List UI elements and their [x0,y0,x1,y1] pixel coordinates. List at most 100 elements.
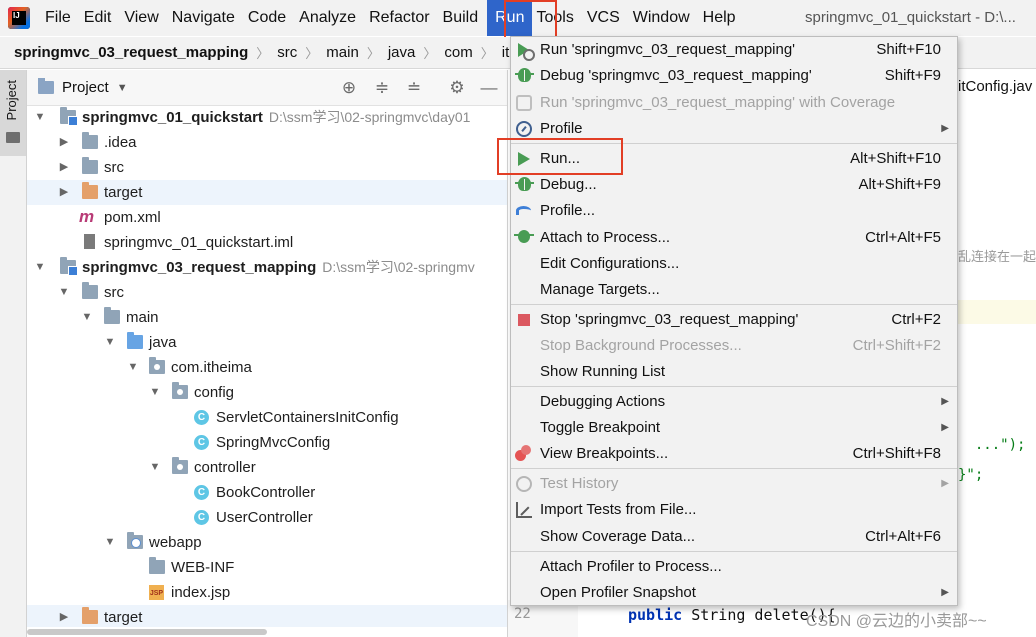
menu-item-debugging-actions[interactable]: Debugging Actions ▶ [511,389,957,415]
run-dropdown-menu: Run 'springmvc_03_request_mapping' Shift… [510,36,958,606]
editor-tab[interactable]: itConfig.jav [958,78,1032,95]
tree-item-class[interactable]: C UserController [27,505,507,530]
import-icon [516,502,532,518]
module-folder-icon [60,107,78,126]
chevron-down-icon[interactable]: ▼ [148,455,162,480]
breadcrumb-separator-icon: 〉 [256,46,270,61]
tree-item-class[interactable]: C ServletContainersInitConfig [27,405,507,430]
menu-item-edit-configurations[interactable]: Edit Configurations... [511,251,957,277]
project-view-selector[interactable]: Project [62,79,109,96]
menu-item-import-tests[interactable]: Import Tests from File... [511,497,957,523]
minimize-icon[interactable]: — [479,78,499,98]
breadcrumb-item[interactable]: com [444,44,472,61]
menu-code[interactable]: Code [244,0,295,36]
tree-item-folder[interactable]: ▶ target [27,180,507,205]
tree-item-folder[interactable]: ▼ java [27,330,507,355]
package-icon [149,357,165,374]
chevron-down-icon[interactable]: ▼ [103,530,117,555]
tree-item-folder[interactable]: ▼ main [27,305,507,330]
tree-item-label: controller [194,459,256,476]
chevron-down-icon[interactable]: ▼ [148,380,162,405]
tree-item-label: springmvc_03_request_mapping [82,259,317,276]
menu-item-stop[interactable]: Stop 'springmvc_03_request_mapping' Ctrl… [511,307,957,333]
tree-item-class[interactable]: C BookController [27,480,507,505]
menu-navigate[interactable]: Navigate [168,0,244,36]
menu-item-label: Show Running List [540,363,666,380]
intellij-logo-icon: IJ [8,7,30,29]
breadcrumb-item[interactable]: main [326,44,359,61]
chevron-right-icon[interactable]: ▶ [57,180,71,205]
chevron-down-icon[interactable]: ▼ [33,255,47,280]
scrollbar-thumb[interactable] [27,629,267,635]
tree-item-folder[interactable]: ▼ webapp [27,530,507,555]
tree-item-folder[interactable]: ▶ .idea [27,130,507,155]
menu-item-run-coverage[interactable]: Run 'springmvc_03_request_mapping' with … [511,90,957,116]
tree-item-class[interactable]: C SpringMvcConfig [27,430,507,455]
menu-refactor[interactable]: Refactor [365,0,438,36]
menu-item-manage-targets[interactable]: Manage Targets... [511,277,957,303]
collapse-all-icon[interactable]: ≐ [404,78,424,98]
menu-item-profile-dialog[interactable]: Profile... [511,198,957,224]
chevron-down-icon[interactable]: ▼ [126,355,140,380]
menu-item-test-history[interactable]: Test History ▶ [511,471,957,497]
tree-item-package[interactable]: ▼ config [27,380,507,405]
breakpoints-icon [515,445,531,461]
project-tool-window-button[interactable]: Project [0,70,26,156]
chevron-down-icon[interactable]: ▼ [57,280,71,305]
breadcrumb-item[interactable]: src [277,44,297,61]
tree-item-label: springmvc_01_quickstart.iml [104,234,294,251]
tree-item-module[interactable]: ▼ springmvc_01_quickstart D:\ssm学习\02-spr… [27,105,507,130]
menu-edit[interactable]: Edit [80,0,121,36]
menu-item-show-running-list[interactable]: Show Running List [511,359,957,385]
menu-item-toggle-breakpoint[interactable]: Toggle Breakpoint ▶ [511,415,957,441]
chevron-down-icon[interactable]: ▼ [117,82,128,94]
menu-file[interactable]: File [41,0,80,36]
menu-item-attach-to-process[interactable]: Attach to Process... Ctrl+Alt+F5 [511,225,957,251]
menu-analyze[interactable]: Analyze [295,0,365,36]
tree-item-folder[interactable]: ▼ src [27,280,507,305]
expand-all-icon[interactable]: ≑ [372,78,392,98]
chevron-down-icon[interactable]: ▼ [33,105,47,130]
profile-icon [516,121,532,137]
locate-icon[interactable]: ⊕ [339,78,359,98]
folder-icon [149,557,165,574]
menu-item-debug[interactable]: Debug... Alt+Shift+F9 [511,172,957,198]
submenu-arrow-icon: ▶ [941,422,949,433]
menu-item-attach-profiler[interactable]: Attach Profiler to Process... [511,554,957,580]
menu-item-run-config[interactable]: Run 'springmvc_03_request_mapping' Shift… [511,37,957,63]
menu-item-label: Edit Configurations... [540,255,680,272]
tree-item-package[interactable]: ▼ controller [27,455,507,480]
tree-item-folder[interactable]: ▶ src [27,155,507,180]
menu-item-shortcut: Shift+F10 [876,41,941,58]
chevron-down-icon[interactable]: ▼ [80,305,94,330]
breadcrumb-item[interactable]: springmvc_03_request_mapping [14,44,248,61]
run-config-icon [516,42,535,61]
horizontal-scrollbar[interactable] [27,627,507,637]
tree-item-label: UserController [216,509,313,526]
submenu-arrow-icon: ▶ [941,587,949,598]
menu-item-view-breakpoints[interactable]: View Breakpoints... Ctrl+Shift+F8 [511,441,957,467]
menu-window[interactable]: Window [629,0,699,36]
tree-item-module[interactable]: ▼ springmvc_03_request_mapping D:\ssm学习\0… [27,255,507,280]
menu-item-show-coverage-data[interactable]: Show Coverage Data... Ctrl+Alt+F6 [511,524,957,550]
chevron-down-icon[interactable]: ▼ [103,330,117,355]
chevron-right-icon[interactable]: ▶ [57,130,71,155]
tree-item-label: pom.xml [104,209,161,226]
tree-item-file[interactable]: m pom.xml [27,205,507,230]
menu-item-stop-background[interactable]: Stop Background Processes... Ctrl+Shift+… [511,333,957,359]
menu-help[interactable]: Help [699,0,745,36]
tree-item-label: config [194,384,235,401]
breadcrumb-item[interactable]: java [388,44,416,61]
tree-item-label: index.jsp [171,584,231,601]
tree-item-file[interactable]: JSP index.jsp [27,580,507,605]
menu-view[interactable]: View [120,0,167,36]
tree-item-folder[interactable]: WEB-INF [27,555,507,580]
menu-vcs[interactable]: VCS [583,0,629,36]
chevron-right-icon[interactable]: ▶ [57,155,71,180]
tree-item-file[interactable]: springmvc_01_quickstart.iml [27,230,507,255]
menu-build[interactable]: Build [439,0,488,36]
tree-item-package[interactable]: ▼ com.itheima [27,355,507,380]
menu-item-open-profiler-snapshot[interactable]: Open Profiler Snapshot ▶ [511,580,957,606]
menu-item-debug-config[interactable]: Debug 'springmvc_03_request_mapping' Shi… [511,63,957,89]
settings-icon[interactable]: ⚙ [447,78,467,98]
